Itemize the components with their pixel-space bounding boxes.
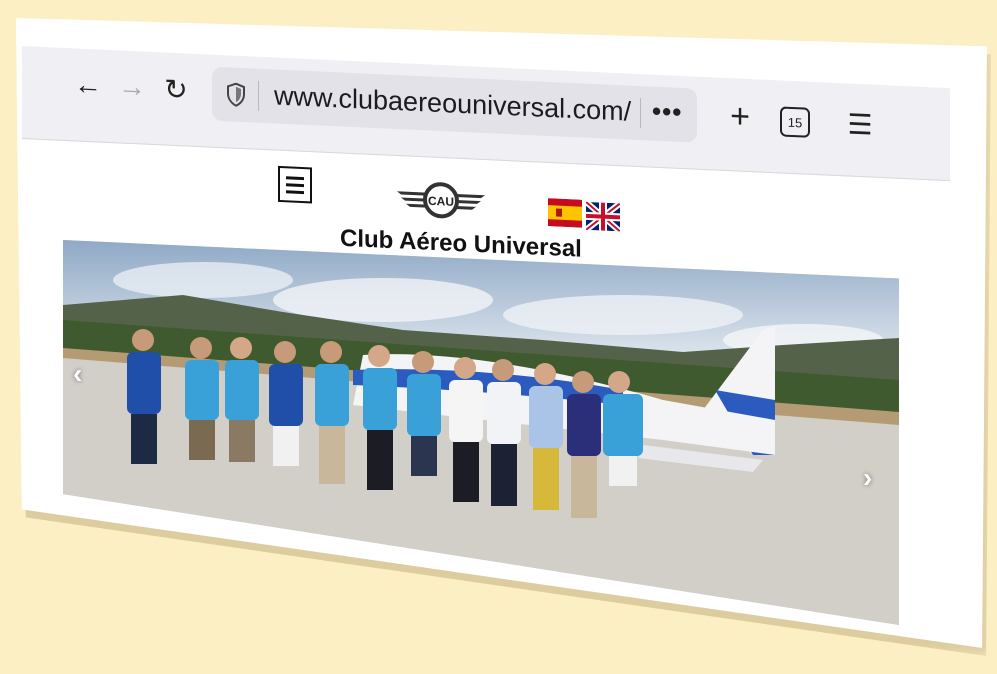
reload-icon: ↻ [164,72,188,106]
new-tab-button[interactable]: + [722,96,758,136]
shield-icon[interactable] [226,82,246,107]
spanish-flag-icon[interactable] [548,198,582,228]
menu-icon: ☰ [847,107,873,141]
english-flag-icon[interactable] [586,201,620,232]
tab-count: 15 [787,114,803,130]
svg-text:CAU: CAU [428,194,454,209]
back-icon: ← [74,68,102,101]
forward-button[interactable]: → [114,68,150,106]
tab-count-button[interactable]: 15 [780,106,810,138]
hamburger-line [286,175,304,180]
page-actions-button[interactable]: ••• [652,96,682,128]
carousel-next-button[interactable]: › [863,462,872,494]
screenshot-stage: ← → ↻ www.clubaereouniversal.com/ ••• + … [0,0,997,674]
url-text[interactable]: www.clubaereouniversal.com/ [274,80,631,127]
forward-icon: → [118,70,146,103]
hamburger-line [286,189,304,194]
url-separator-right [640,98,641,129]
back-button[interactable]: ← [70,66,106,104]
reload-button[interactable]: ↻ [158,70,194,108]
hamburger-line [286,182,304,187]
site-menu-button[interactable] [278,165,312,204]
plus-icon: + [730,96,750,136]
url-separator [258,80,259,111]
url-bar[interactable]: www.clubaereouniversal.com/ ••• [212,66,697,143]
carousel-prev-button[interactable]: ‹ [73,358,82,390]
club-logo[interactable]: CAU [395,175,487,225]
app-menu-button[interactable]: ☰ [842,105,878,143]
